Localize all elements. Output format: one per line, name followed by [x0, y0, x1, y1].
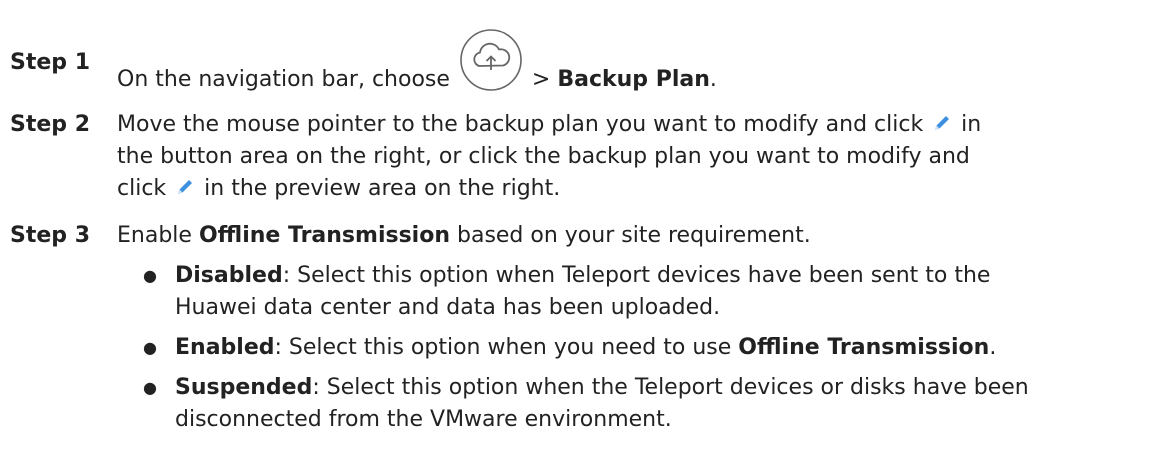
step-2-line-3-b: in the preview area on the right. — [197, 176, 561, 201]
edit-pencil-icon — [178, 180, 193, 194]
step-1-label: Step 1 — [10, 50, 90, 75]
edit-pencil-icon — [935, 116, 950, 130]
bullet-dot: ● — [143, 266, 157, 285]
step-3-label: Step 3 — [10, 223, 90, 248]
bullet-suspended-line-1: Suspended: Select this option when the T… — [175, 373, 1029, 403]
bullet-suspended-line-2: disconnected from the VMware environment… — [175, 407, 672, 432]
step-3-line-1: Enable Offline Transmission based on you… — [117, 221, 811, 251]
bullet-dot: ● — [143, 378, 157, 397]
bullet-suspended-text: : Select this option when the Teleport d… — [312, 375, 1029, 400]
step-2-line-1-b: in — [954, 112, 982, 137]
step-1-end: . — [709, 67, 717, 92]
step-1-text: On the navigation bar, choose > Backup P… — [117, 29, 717, 112]
step-3-line-1-a: Enable — [117, 223, 199, 248]
cloud-upload-icon — [460, 29, 522, 91]
step-1-text-before: On the navigation bar, choose — [117, 67, 450, 92]
step-3-line-1-bold: Offline Transmission — [198, 223, 450, 248]
step-1-bold: Backup Plan — [557, 67, 710, 92]
bullet-disabled-line-2: Huawei data center and data has been upl… — [175, 295, 721, 320]
step-3-line-1-b: based on your site requirement. — [450, 223, 811, 248]
bullet-suspended-bold: Suspended — [175, 375, 313, 400]
bullet-disabled-line-1: Disabled: Select this option when Telepo… — [175, 261, 990, 291]
step-2-line-3-a: click — [117, 176, 167, 201]
step-1-separator: > — [531, 67, 558, 92]
bullet-disabled-bold: Disabled — [175, 263, 283, 288]
bullet-enabled-bold: Enabled — [175, 335, 275, 360]
bullet-dot: ● — [143, 338, 157, 357]
bullet-enabled-text: : Select this option when you need to us… — [274, 335, 739, 360]
bullet-enabled-bold-2: Offline Transmission — [738, 335, 990, 360]
bullet-disabled-text: : Select this option when Teleport devic… — [282, 263, 991, 288]
step-2-line-2: the button area on the right, or click t… — [117, 144, 970, 169]
step-2-line-1: Move the mouse pointer to the backup pla… — [117, 110, 981, 140]
step-2-line-3: click in the preview area on the right. — [117, 174, 560, 204]
step-2-line-1-a: Move the mouse pointer to the backup pla… — [117, 112, 924, 137]
bullet-enabled-end: . — [989, 335, 997, 360]
step-2-label: Step 2 — [10, 112, 90, 137]
bullet-enabled-line-1: Enabled: Select this option when you nee… — [175, 333, 996, 363]
